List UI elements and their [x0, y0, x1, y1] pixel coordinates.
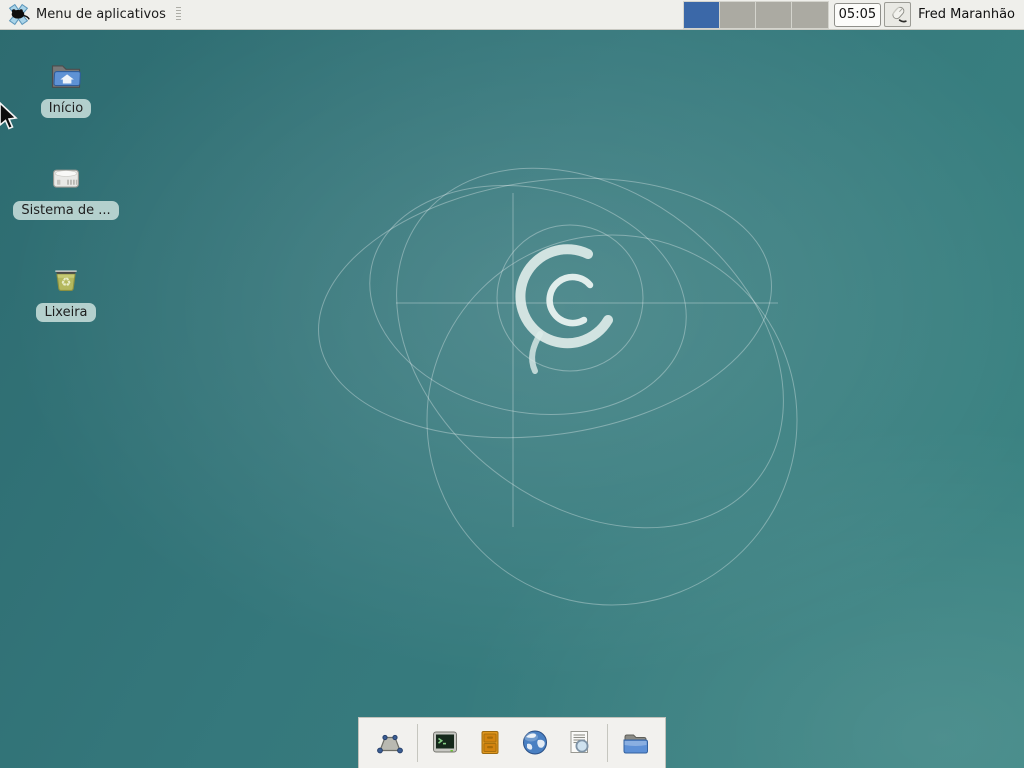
workspace-2[interactable]	[720, 2, 756, 28]
workspace-switcher	[683, 1, 829, 29]
dock-file-cabinet-button[interactable]	[472, 724, 508, 762]
desktop-icon-home[interactable]: Início	[18, 58, 114, 118]
dock-show-desktop-button[interactable]	[372, 724, 408, 762]
trash-icon: ♻	[48, 262, 84, 298]
desktop-icon-label: Início	[41, 99, 91, 118]
svg-text:♻: ♻	[61, 275, 72, 289]
dock-separator	[417, 724, 418, 762]
dock-web-browser-button[interactable]	[517, 724, 553, 762]
user-name: Fred Maranhão	[918, 7, 1015, 22]
dock-file-manager-button[interactable]	[617, 724, 653, 762]
clock[interactable]: 05:05	[834, 3, 881, 27]
dock-search-button[interactable]	[562, 724, 598, 762]
globe-icon	[518, 726, 552, 760]
clock-time: 05:05	[839, 7, 876, 22]
xfce-mouse-logo-icon	[7, 3, 30, 26]
panel-grip-handle[interactable]	[175, 7, 182, 22]
desktop-icon-label: Sistema de ...	[13, 201, 118, 220]
mouse-cursor	[0, 101, 20, 133]
desktop[interactable]: Início Sistema de ... ♻ Lixeira	[0, 0, 1024, 768]
applications-menu-label: Menu de aplicativos	[36, 7, 166, 22]
show-desktop-icon	[373, 726, 407, 760]
document-search-icon	[563, 726, 597, 760]
desktop-icon-label: Lixeira	[36, 303, 95, 322]
workspace-1[interactable]	[684, 2, 720, 28]
debian-swirl-logo	[520, 249, 608, 371]
terminal-icon	[428, 726, 462, 760]
desktop-icon-filesystem[interactable]: Sistema de ...	[18, 160, 114, 220]
bottom-dock-panel	[358, 717, 666, 768]
mouse-applet-button[interactable]	[884, 2, 911, 27]
folder-icon	[618, 726, 652, 760]
top-panel: Menu de aplicativos 05:05	[0, 0, 1024, 30]
applications-menu-button[interactable]: Menu de aplicativos	[0, 0, 189, 30]
home-folder-icon	[48, 58, 84, 94]
desktop-icon-trash[interactable]: ♻ Lixeira	[18, 262, 114, 322]
file-cabinet-icon	[473, 726, 507, 760]
debian-swirl-wallpaper	[0, 30, 1024, 768]
workspace-3[interactable]	[756, 2, 792, 28]
workspace-4[interactable]	[792, 2, 828, 28]
filesystem-drive-icon	[48, 160, 84, 196]
dock-separator	[607, 724, 608, 762]
mouse-device-icon	[887, 4, 908, 25]
dock-terminal-button[interactable]	[427, 724, 463, 762]
